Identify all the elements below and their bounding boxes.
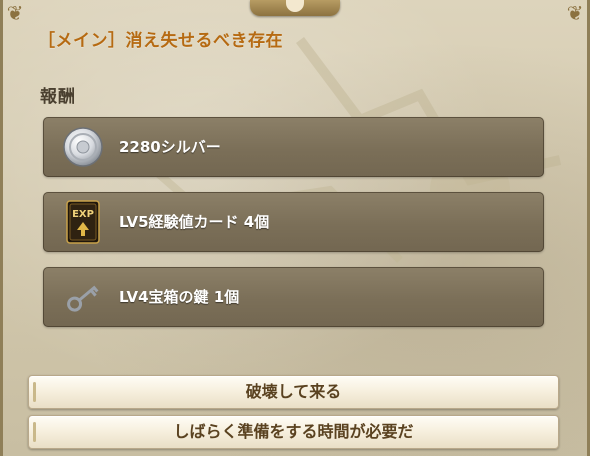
- corner-ornament-right: ❦: [566, 1, 584, 25]
- exp-card-icon: EXP: [61, 200, 105, 244]
- destroy-button[interactable]: 破壊して来る: [28, 375, 559, 409]
- corner-ornament-left: ❦: [6, 1, 24, 25]
- silver-coin-icon: [61, 125, 105, 169]
- button-accent: [33, 382, 36, 402]
- prepare-button-label: しばらく準備をする時間が必要だ: [173, 422, 414, 441]
- reward-item-silver: 2280シルバー: [43, 117, 544, 177]
- destroy-button-label: 破壊して来る: [245, 382, 342, 401]
- chest-key-icon: [61, 275, 105, 319]
- prepare-button[interactable]: しばらく準備をする時間が必要だ: [28, 415, 559, 449]
- mission-title: ［メイン］消え失せるべき存在: [38, 31, 283, 51]
- reward-label: 2280シルバー: [119, 138, 221, 156]
- reward-label: LV4宝箱の鍵 1個: [119, 288, 240, 306]
- reward-heading: 報酬: [40, 87, 76, 107]
- reward-label: LV5経験値カード 4個: [119, 213, 270, 231]
- top-frame-ornament: [250, 0, 340, 16]
- reward-item-chest-key: LV4宝箱の鍵 1個: [43, 267, 544, 327]
- exp-card-text: EXP: [72, 209, 94, 220]
- reward-item-exp-card: EXP LV5経験値カード 4個: [43, 192, 544, 252]
- button-accent: [33, 422, 36, 442]
